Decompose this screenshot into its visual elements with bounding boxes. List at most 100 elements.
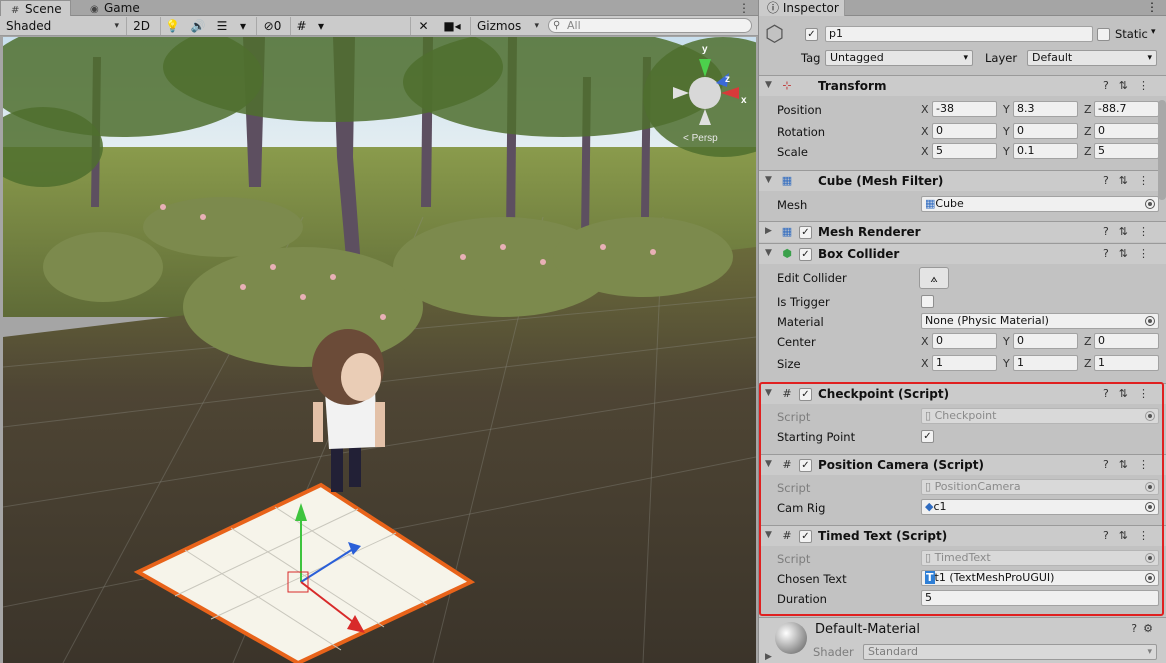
tools-icon[interactable]: ✕: [410, 17, 436, 35]
tab-scene[interactable]: # Scene: [0, 0, 71, 16]
size-x-field[interactable]: 1: [932, 355, 997, 371]
inspector-scrollbar[interactable]: [1158, 100, 1166, 200]
mesh-object-field[interactable]: ▦Cube: [921, 196, 1159, 212]
foldout-arrow-icon[interactable]: ▼: [765, 459, 772, 469]
lighting-toggle-icon[interactable]: 💡: [160, 17, 184, 35]
shading-mode-dropdown[interactable]: Shaded: [4, 17, 122, 35]
checkpoint-header[interactable]: ▼ # ✓ Checkpoint (Script) ?⇅⋮: [759, 383, 1166, 404]
checkpoint-enabled-checkbox[interactable]: ✓: [799, 388, 812, 401]
scale-z-field[interactable]: 5: [1094, 143, 1159, 159]
rotation-y-value: 0: [1017, 124, 1024, 137]
material-header-icons[interactable]: ?⚙: [1131, 622, 1159, 635]
grid-dropdown-icon[interactable]: ▾: [314, 17, 328, 35]
size-y-field[interactable]: 1: [1013, 355, 1078, 371]
foldout-arrow-icon[interactable]: ▼: [765, 388, 772, 398]
foldout-arrow-icon[interactable]: ▼: [765, 175, 772, 185]
foldout-arrow-icon[interactable]: ▶: [765, 226, 772, 236]
transform-title: Transform: [818, 79, 887, 93]
scale-x-field[interactable]: 5: [932, 143, 997, 159]
gameobject-cube-icon: ⬡: [765, 22, 785, 47]
position-camera-enabled-checkbox[interactable]: ✓: [799, 459, 812, 472]
is-trigger-checkbox[interactable]: [921, 295, 934, 308]
static-checkbox[interactable]: [1097, 28, 1110, 41]
rotation-z-field[interactable]: 0: [1094, 123, 1159, 139]
edit-collider-label: Edit Collider: [777, 271, 847, 285]
timed-text-enabled-checkbox[interactable]: ✓: [799, 530, 812, 543]
layer-dropdown[interactable]: Default: [1027, 50, 1157, 66]
effects-dropdown-icon[interactable]: ▾: [234, 17, 252, 35]
z-axis-label: Z: [1084, 125, 1092, 138]
rotation-y-field[interactable]: 0: [1013, 123, 1078, 139]
box-collider-enabled-checkbox[interactable]: ✓: [799, 248, 812, 261]
rotation-x-field[interactable]: 0: [932, 123, 997, 139]
object-picker-icon[interactable]: [1145, 573, 1155, 583]
component-header-icons[interactable]: ?⇅⋮: [1103, 225, 1159, 238]
2d-toggle-button[interactable]: 2D: [126, 17, 156, 35]
shader-dropdown[interactable]: Standard: [863, 644, 1157, 660]
object-name-field[interactable]: p1: [825, 26, 1093, 42]
scale-y-field[interactable]: 0.1: [1013, 143, 1078, 159]
foldout-arrow-icon[interactable]: ▼: [765, 80, 772, 90]
tag-dropdown[interactable]: Untagged: [825, 50, 973, 66]
foldout-arrow-icon[interactable]: ▼: [765, 530, 772, 540]
position-x-value: -38: [936, 102, 954, 115]
component-header-icons[interactable]: ?⇅⋮: [1103, 79, 1159, 92]
center-x-field[interactable]: 0: [932, 333, 997, 349]
mesh-renderer-enabled-checkbox[interactable]: ✓: [799, 226, 812, 239]
checkpoint-script-value: Checkpoint: [934, 409, 997, 422]
foldout-arrow-icon[interactable]: ▼: [765, 248, 772, 258]
hidden-objects-toggle[interactable]: ⊘0: [256, 17, 288, 35]
tab-inspector[interactable]: ⓘ Inspector: [759, 0, 845, 16]
position-camera-header[interactable]: ▼ # ✓ Position Camera (Script) ?⇅⋮: [759, 454, 1166, 475]
position-z-field[interactable]: -88.7: [1094, 101, 1159, 117]
component-header-icons[interactable]: ?⇅⋮: [1103, 387, 1159, 400]
effects-toggle-icon[interactable]: ☰: [212, 17, 232, 35]
component-header-icons[interactable]: ?⇅⋮: [1103, 174, 1159, 187]
grid-toggle-icon[interactable]: #: [290, 17, 312, 35]
chosen-text-value: t1 (TextMeshProUGUI): [934, 571, 1055, 584]
center-z-field[interactable]: 0: [1094, 333, 1159, 349]
timed-text-header[interactable]: ▼ # ✓ Timed Text (Script) ?⇅⋮: [759, 525, 1166, 546]
object-picker-icon[interactable]: [1145, 502, 1155, 512]
transform-header[interactable]: ▼ ⊹ Transform ?⇅⋮: [759, 75, 1166, 96]
component-header-icons[interactable]: ?⇅⋮: [1103, 458, 1159, 471]
chosen-text-field[interactable]: Tt1 (TextMeshProUGUI): [921, 570, 1159, 586]
physic-material-field[interactable]: None (Physic Material): [921, 313, 1159, 329]
object-picker-icon[interactable]: [1145, 316, 1155, 326]
starting-point-checkbox[interactable]: ✓: [921, 430, 934, 443]
mesh-renderer-header[interactable]: ▶ ▦ ✓ Mesh Renderer ?⇅⋮: [759, 221, 1166, 242]
active-checkbox[interactable]: ✓: [805, 28, 818, 41]
component-header-icons[interactable]: ?⇅⋮: [1103, 529, 1159, 542]
scene-search-input[interactable]: ⚲ All: [548, 18, 752, 33]
center-y-field[interactable]: 0: [1013, 333, 1078, 349]
duration-field[interactable]: 5: [921, 590, 1159, 606]
scale-label: Scale: [777, 145, 808, 159]
inspector-menu-icon[interactable]: ⋮: [1146, 0, 1158, 14]
component-header-icons[interactable]: ?⇅⋮: [1103, 247, 1159, 260]
position-y-field[interactable]: 8.3: [1013, 101, 1078, 117]
gizmos-dropdown[interactable]: Gizmos: [470, 17, 542, 35]
object-picker-icon[interactable]: [1145, 199, 1155, 209]
z-axis-label: Z: [1084, 103, 1092, 116]
size-z-value: 1: [1098, 356, 1105, 369]
box-collider-icon: ⬢: [782, 247, 792, 260]
static-dropdown-icon[interactable]: ▾: [1151, 27, 1156, 37]
camera-icon[interactable]: ■◂: [438, 17, 466, 35]
mesh-label: Mesh: [777, 198, 808, 212]
z-axis-label: Z: [1084, 145, 1092, 158]
edit-collider-button[interactable]: ⟑: [919, 267, 949, 289]
mesh-filter-header[interactable]: ▼ ▦ Cube (Mesh Filter) ?⇅⋮: [759, 170, 1166, 191]
tab-game[interactable]: ◉ Game: [80, 0, 148, 16]
position-x-field[interactable]: -38: [932, 101, 997, 117]
scene-viewport[interactable]: y z x < Persp: [3, 37, 756, 663]
cam-rig-field[interactable]: ◆c1: [921, 499, 1159, 515]
scene-toolbar: Shaded 2D 💡 🔊 ☰ ▾ ⊘0 # ▾ ✕ ■◂ Gizmos ⚲ A…: [0, 16, 758, 36]
physic-material-value: None (Physic Material): [925, 314, 1049, 327]
audio-toggle-icon[interactable]: 🔊: [186, 17, 210, 35]
gizmo-persp-label: < Persp: [683, 133, 718, 144]
scene-menu-icon[interactable]: ⋮: [738, 1, 750, 15]
is-trigger-label: Is Trigger: [777, 295, 830, 309]
size-z-field[interactable]: 1: [1094, 355, 1159, 371]
box-collider-header[interactable]: ▼ ⬢ ✓ Box Collider ?⇅⋮: [759, 243, 1166, 264]
foldout-arrow-icon[interactable]: ▶: [765, 652, 772, 662]
